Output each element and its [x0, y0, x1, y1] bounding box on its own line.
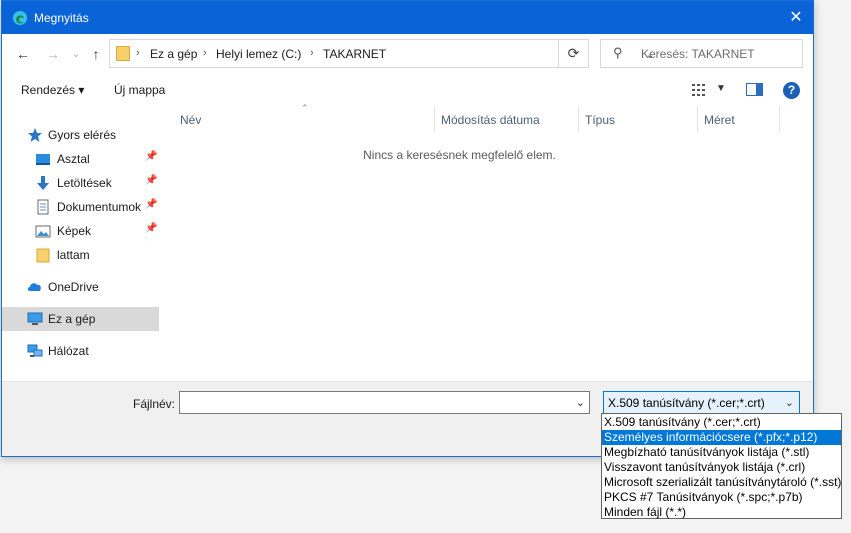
column-header-type[interactable]: Típus: [579, 106, 697, 132]
star-icon: [28, 128, 42, 142]
filetype-selected: X.509 tanúsítvány (*.cer;*.crt): [608, 396, 765, 410]
cloud-icon: [27, 283, 41, 291]
sidebar-item-onedrive[interactable]: OneDrive: [2, 275, 159, 299]
search-placeholder: Keresés: TAKARNET: [641, 47, 755, 61]
column-header-name[interactable]: Név: [162, 106, 434, 132]
sidebar-item-quick-access[interactable]: Gyors elérés: [2, 123, 159, 147]
back-button[interactable]: ←: [12, 44, 34, 64]
chevron-right-icon: ›: [310, 47, 314, 59]
breadcrumb-local-disk[interactable]: Helyi lemez (C:): [216, 47, 301, 61]
pin-icon: 📌: [145, 199, 158, 210]
sidebar-item-lattam[interactable]: lattam: [2, 243, 159, 267]
window-title: Megnyitás: [34, 11, 89, 25]
sidebar-item-label: Asztal: [57, 152, 90, 166]
recent-locations-button[interactable]: ⌄: [65, 44, 87, 64]
forward-button[interactable]: →: [42, 44, 64, 64]
edge-icon: [13, 11, 27, 25]
preview-pane-icon[interactable]: [746, 83, 763, 96]
filename-label: Fájlnév:: [133, 397, 176, 411]
sidebar-item-network[interactable]: Hálózat: [2, 339, 159, 363]
folder-icon: [36, 248, 50, 263]
column-header-date[interactable]: Módosítás dátuma: [435, 106, 578, 132]
download-icon: [37, 176, 49, 190]
sidebar-item-label: OneDrive: [48, 280, 99, 294]
sidebar-item-label: Letöltések: [57, 176, 112, 190]
chevron-right-icon: ›: [136, 47, 140, 59]
column-header-size[interactable]: Méret: [698, 106, 779, 132]
chevron-down-icon: ⌄: [784, 397, 794, 409]
sidebar-item-desktop[interactable]: Asztal 📌: [2, 147, 159, 171]
sidebar-item-pictures[interactable]: Képek 📌: [2, 219, 159, 243]
filename-field[interactable]: ⌄: [179, 391, 590, 414]
filetype-option[interactable]: Megbízható tanúsítványok listája (*.stl): [602, 445, 841, 460]
search-icon: ⚲: [613, 45, 623, 60]
sidebar-item-documents[interactable]: Dokumentumok 📌: [2, 195, 159, 219]
filetype-select[interactable]: X.509 tanúsítvány (*.cer;*.crt) ⌄: [603, 391, 800, 414]
file-list: ⌃ Név Módosítás dátuma Típus Méret Nincs…: [162, 103, 813, 381]
filetype-option[interactable]: Visszavont tanúsítványok listája (*.crl): [602, 460, 841, 475]
document-icon: [37, 199, 49, 215]
navigation-bar: ← → ⌄ ↑ › Ez a gép › Helyi lemez (C:) › …: [2, 34, 813, 74]
filetype-option[interactable]: X.509 tanúsítvány (*.cer;*.crt): [602, 415, 841, 430]
navigation-pane: Gyors elérés Asztal 📌 Letöltések 📌 Dokum…: [2, 106, 161, 381]
help-button[interactable]: ?: [783, 82, 800, 99]
filetype-option[interactable]: Microsoft szerializált tanúsítványtároló…: [602, 475, 841, 490]
pin-icon: 📌: [145, 223, 158, 234]
sidebar-item-label: Dokumentumok: [57, 200, 142, 214]
pictures-icon: [35, 225, 51, 238]
pin-icon: 📌: [145, 175, 158, 186]
title-bar: Megnyitás ✕: [2, 1, 813, 34]
column-separator: [779, 106, 780, 132]
close-button[interactable]: ✕: [779, 1, 813, 34]
empty-message: Nincs a keresésnek megfelelő elem.: [363, 148, 556, 162]
filetype-option[interactable]: Személyes információcsere (*.pfx;*.p12): [602, 430, 841, 445]
sidebar-item-label: lattam: [57, 248, 90, 262]
computer-icon: [27, 312, 43, 325]
command-bar: Rendezés ▾ Új mappa ▼ ?: [2, 74, 813, 106]
up-button[interactable]: ↑: [85, 44, 107, 64]
network-icon: [27, 344, 43, 357]
view-options-icon[interactable]: [692, 83, 708, 97]
breadcrumb-takarnet[interactable]: TAKARNET: [323, 47, 386, 61]
sidebar-item-label: Képek: [57, 224, 92, 238]
filetype-dropdown-list: X.509 tanúsítvány (*.cer;*.crt) Személye…: [601, 413, 842, 519]
organize-button[interactable]: Rendezés ▾: [21, 83, 84, 97]
filetype-option[interactable]: Minden fájl (*.*): [602, 505, 841, 520]
sidebar-item-this-pc[interactable]: Ez a gép: [2, 307, 159, 331]
breadcrumb-this-pc[interactable]: Ez a gép: [150, 47, 197, 61]
search-input[interactable]: ⚲ Keresés: TAKARNET: [600, 39, 803, 68]
view-dropdown-icon[interactable]: ▼: [716, 83, 726, 94]
desktop-icon: [36, 154, 50, 165]
sidebar-item-label: Hálózat: [48, 344, 89, 358]
sidebar-item-downloads[interactable]: Letöltések 📌: [2, 171, 159, 195]
folder-icon: [116, 46, 130, 61]
pin-icon: 📌: [145, 151, 158, 162]
chevron-down-icon[interactable]: ⌄: [576, 396, 585, 409]
sidebar-item-label: Ez a gép: [48, 312, 96, 326]
refresh-button[interactable]: ⟳: [559, 39, 589, 68]
address-bar[interactable]: › Ez a gép › Helyi lemez (C:) › TAKARNET…: [109, 39, 654, 68]
open-dialog: Megnyitás ✕ ← → ⌄ ↑ › Ez a gép › Helyi l…: [1, 0, 814, 457]
filetype-option[interactable]: PKCS #7 Tanúsítványok (*.spc;*.p7b): [602, 490, 841, 505]
sidebar-item-label: Gyors elérés: [48, 128, 117, 142]
new-folder-button[interactable]: Új mappa: [114, 83, 165, 97]
chevron-right-icon: ›: [203, 47, 207, 59]
